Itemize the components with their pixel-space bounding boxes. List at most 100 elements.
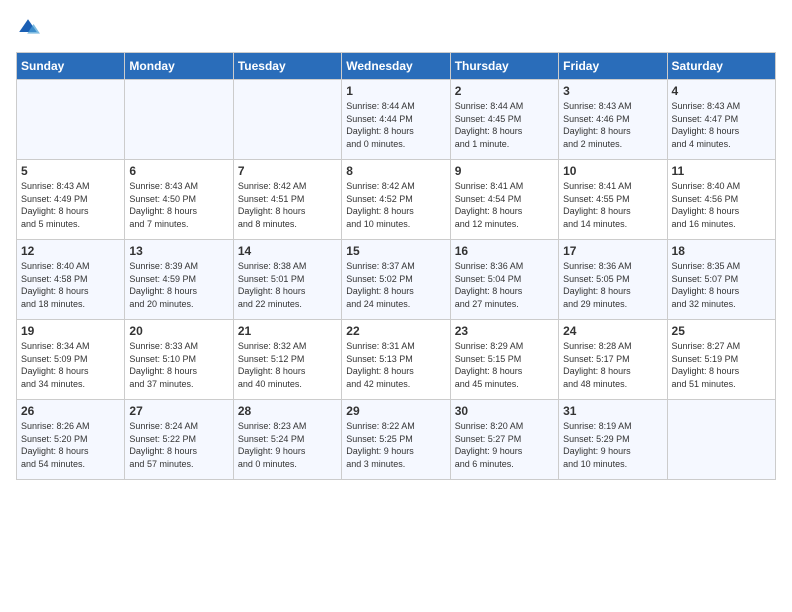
calendar-cell: 29 Sunrise: 8:22 AM Sunset: 5:25 PM Dayli… — [342, 400, 450, 480]
day-number: 22 — [346, 324, 445, 338]
day-header-saturday: Saturday — [667, 53, 775, 80]
day-number: 26 — [21, 404, 120, 418]
calendar-cell: 21 Sunrise: 8:32 AM Sunset: 5:12 PM Dayli… — [233, 320, 341, 400]
cell-content: Sunrise: 8:42 AM Sunset: 4:52 PM Dayligh… — [346, 180, 445, 230]
cell-content: Sunrise: 8:38 AM Sunset: 5:01 PM Dayligh… — [238, 260, 337, 310]
week-row-2: 5 Sunrise: 8:43 AM Sunset: 4:49 PM Daylig… — [17, 160, 776, 240]
day-number: 1 — [346, 84, 445, 98]
day-header-friday: Friday — [559, 53, 667, 80]
week-row-4: 19 Sunrise: 8:34 AM Sunset: 5:09 PM Dayli… — [17, 320, 776, 400]
cell-content: Sunrise: 8:19 AM Sunset: 5:29 PM Dayligh… — [563, 420, 662, 470]
cell-content: Sunrise: 8:31 AM Sunset: 5:13 PM Dayligh… — [346, 340, 445, 390]
cell-content: Sunrise: 8:28 AM Sunset: 5:17 PM Dayligh… — [563, 340, 662, 390]
day-number: 31 — [563, 404, 662, 418]
calendar-cell: 10Sunrise: 8:41 AM Sunset: 4:55 PM Dayli… — [559, 160, 667, 240]
calendar-cell: 17Sunrise: 8:36 AM Sunset: 5:05 PM Dayli… — [559, 240, 667, 320]
cell-content: Sunrise: 8:20 AM Sunset: 5:27 PM Dayligh… — [455, 420, 554, 470]
day-header-sunday: Sunday — [17, 53, 125, 80]
calendar-cell: 30 Sunrise: 8:20 AM Sunset: 5:27 PM Dayli… — [450, 400, 558, 480]
day-number: 9 — [455, 164, 554, 178]
calendar-cell: 14 Sunrise: 8:38 AM Sunset: 5:01 PM Dayli… — [233, 240, 341, 320]
day-number: 25 — [672, 324, 771, 338]
day-number: 10 — [563, 164, 662, 178]
calendar-cell: 4 Sunrise: 8:43 AM Sunset: 4:47 PM Daylig… — [667, 80, 775, 160]
day-header-tuesday: Tuesday — [233, 53, 341, 80]
calendar-cell: 18Sunrise: 8:35 AM Sunset: 5:07 PM Dayli… — [667, 240, 775, 320]
cell-content: Sunrise: 8:42 AM Sunset: 4:51 PM Dayligh… — [238, 180, 337, 230]
day-number: 24 — [563, 324, 662, 338]
cell-content: Sunrise: 8:43 AM Sunset: 4:50 PM Dayligh… — [129, 180, 228, 230]
cell-content: Sunrise: 8:43 AM Sunset: 4:49 PM Dayligh… — [21, 180, 120, 230]
calendar-cell: 9 Sunrise: 8:41 AM Sunset: 4:54 PM Daylig… — [450, 160, 558, 240]
calendar-cell: 15 Sunrise: 8:37 AM Sunset: 5:02 PM Dayli… — [342, 240, 450, 320]
cell-content: Sunrise: 8:44 AM Sunset: 4:45 PM Dayligh… — [455, 100, 554, 150]
day-number: 7 — [238, 164, 337, 178]
day-number: 30 — [455, 404, 554, 418]
calendar-cell: 2Sunrise: 8:44 AM Sunset: 4:45 PM Daylig… — [450, 80, 558, 160]
day-number: 5 — [21, 164, 120, 178]
calendar-cell: 7 Sunrise: 8:42 AM Sunset: 4:51 PM Daylig… — [233, 160, 341, 240]
calendar-cell: 24 Sunrise: 8:28 AM Sunset: 5:17 PM Dayli… — [559, 320, 667, 400]
calendar-cell: 11 Sunrise: 8:40 AM Sunset: 4:56 PM Dayli… — [667, 160, 775, 240]
calendar-cell — [125, 80, 233, 160]
cell-content: Sunrise: 8:43 AM Sunset: 4:47 PM Dayligh… — [672, 100, 771, 150]
cell-content: Sunrise: 8:41 AM Sunset: 4:54 PM Dayligh… — [455, 180, 554, 230]
calendar-cell — [667, 400, 775, 480]
calendar-cell: 1 Sunrise: 8:44 AM Sunset: 4:44 PM Daylig… — [342, 80, 450, 160]
cell-content: Sunrise: 8:36 AM Sunset: 5:05 PM Dayligh… — [563, 260, 662, 310]
cell-content: Sunrise: 8:37 AM Sunset: 5:02 PM Dayligh… — [346, 260, 445, 310]
day-number: 19 — [21, 324, 120, 338]
day-number: 23 — [455, 324, 554, 338]
page-header — [16, 16, 776, 40]
calendar-cell: 31 Sunrise: 8:19 AM Sunset: 5:29 PM Dayli… — [559, 400, 667, 480]
day-number: 3 — [563, 84, 662, 98]
day-number: 29 — [346, 404, 445, 418]
calendar-cell: 8 Sunrise: 8:42 AM Sunset: 4:52 PM Daylig… — [342, 160, 450, 240]
day-header-thursday: Thursday — [450, 53, 558, 80]
cell-content: Sunrise: 8:27 AM Sunset: 5:19 PM Dayligh… — [672, 340, 771, 390]
cell-content: Sunrise: 8:32 AM Sunset: 5:12 PM Dayligh… — [238, 340, 337, 390]
calendar-cell: 27Sunrise: 8:24 AM Sunset: 5:22 PM Dayli… — [125, 400, 233, 480]
calendar-cell: 5 Sunrise: 8:43 AM Sunset: 4:49 PM Daylig… — [17, 160, 125, 240]
cell-content: Sunrise: 8:34 AM Sunset: 5:09 PM Dayligh… — [21, 340, 120, 390]
cell-content: Sunrise: 8:23 AM Sunset: 5:24 PM Dayligh… — [238, 420, 337, 470]
calendar-cell: 6 Sunrise: 8:43 AM Sunset: 4:50 PM Daylig… — [125, 160, 233, 240]
cell-content: Sunrise: 8:24 AM Sunset: 5:22 PM Dayligh… — [129, 420, 228, 470]
day-number: 16 — [455, 244, 554, 258]
calendar-cell: 19 Sunrise: 8:34 AM Sunset: 5:09 PM Dayli… — [17, 320, 125, 400]
cell-content: Sunrise: 8:33 AM Sunset: 5:10 PM Dayligh… — [129, 340, 228, 390]
calendar-cell: 12Sunrise: 8:40 AM Sunset: 4:58 PM Dayli… — [17, 240, 125, 320]
cell-content: Sunrise: 8:39 AM Sunset: 4:59 PM Dayligh… — [129, 260, 228, 310]
calendar-cell: 26 Sunrise: 8:26 AM Sunset: 5:20 PM Dayli… — [17, 400, 125, 480]
calendar-cell: 20Sunrise: 8:33 AM Sunset: 5:10 PM Dayli… — [125, 320, 233, 400]
week-row-1: 1 Sunrise: 8:44 AM Sunset: 4:44 PM Daylig… — [17, 80, 776, 160]
cell-content: Sunrise: 8:36 AM Sunset: 5:04 PM Dayligh… — [455, 260, 554, 310]
cell-content: Sunrise: 8:35 AM Sunset: 5:07 PM Dayligh… — [672, 260, 771, 310]
cell-content: Sunrise: 8:26 AM Sunset: 5:20 PM Dayligh… — [21, 420, 120, 470]
day-number: 6 — [129, 164, 228, 178]
cell-content: Sunrise: 8:44 AM Sunset: 4:44 PM Dayligh… — [346, 100, 445, 150]
day-number: 12 — [21, 244, 120, 258]
calendar-cell: 23 Sunrise: 8:29 AM Sunset: 5:15 PM Dayli… — [450, 320, 558, 400]
calendar-cell: 16 Sunrise: 8:36 AM Sunset: 5:04 PM Dayli… — [450, 240, 558, 320]
calendar-cell: 28 Sunrise: 8:23 AM Sunset: 5:24 PM Dayli… — [233, 400, 341, 480]
day-number: 8 — [346, 164, 445, 178]
calendar-cell: 25 Sunrise: 8:27 AM Sunset: 5:19 PM Dayli… — [667, 320, 775, 400]
day-number: 4 — [672, 84, 771, 98]
calendar-cell — [17, 80, 125, 160]
week-row-3: 12Sunrise: 8:40 AM Sunset: 4:58 PM Dayli… — [17, 240, 776, 320]
day-number: 15 — [346, 244, 445, 258]
cell-content: Sunrise: 8:29 AM Sunset: 5:15 PM Dayligh… — [455, 340, 554, 390]
day-header-wednesday: Wednesday — [342, 53, 450, 80]
day-number: 14 — [238, 244, 337, 258]
cell-content: Sunrise: 8:40 AM Sunset: 4:56 PM Dayligh… — [672, 180, 771, 230]
calendar-cell: 3Sunrise: 8:43 AM Sunset: 4:46 PM Daylig… — [559, 80, 667, 160]
day-number: 28 — [238, 404, 337, 418]
day-number: 21 — [238, 324, 337, 338]
calendar-cell — [233, 80, 341, 160]
calendar-cell: 22 Sunrise: 8:31 AM Sunset: 5:13 PM Dayli… — [342, 320, 450, 400]
cell-content: Sunrise: 8:22 AM Sunset: 5:25 PM Dayligh… — [346, 420, 445, 470]
day-number: 11 — [672, 164, 771, 178]
day-header-monday: Monday — [125, 53, 233, 80]
logo — [16, 16, 44, 40]
